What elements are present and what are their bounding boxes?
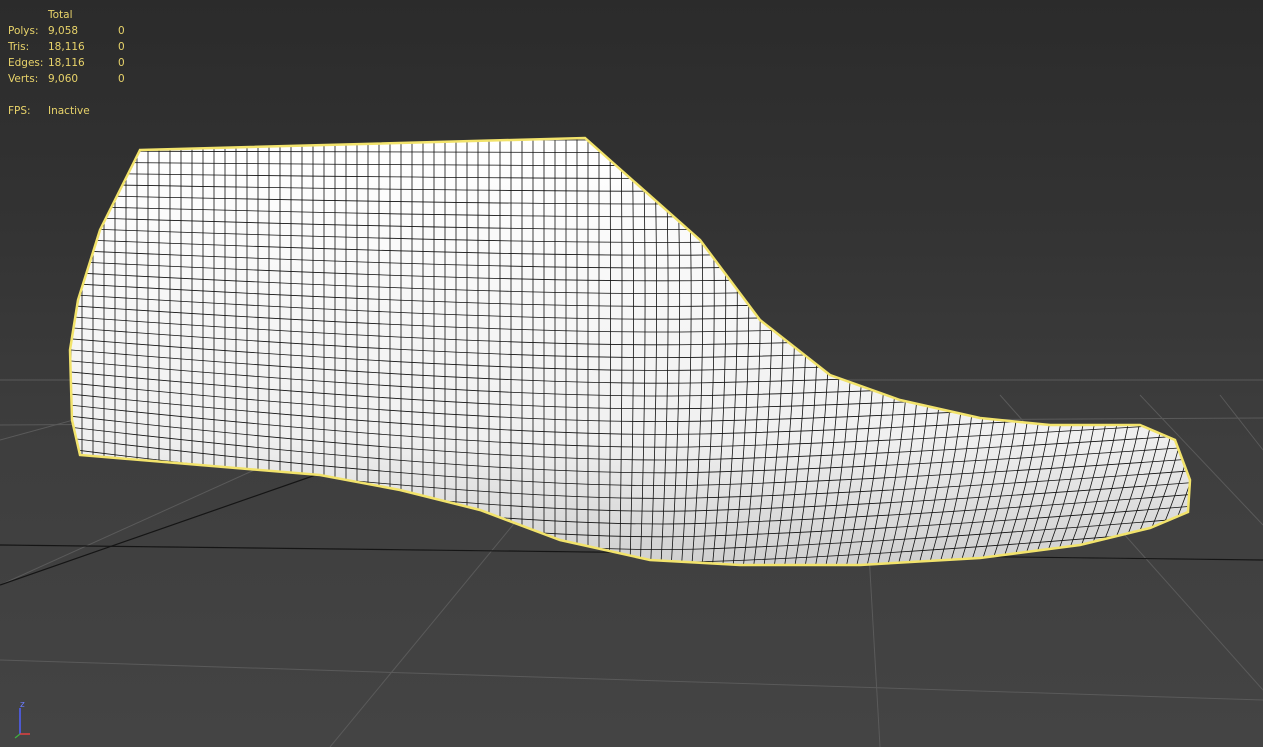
shoe-last-mesh[interactable] [60, 130, 1222, 639]
axis-z-label: z [20, 700, 25, 710]
stats-header: Total [48, 9, 73, 21]
axis-gizmo-icon: z [10, 700, 40, 740]
3d-viewport[interactable] [0, 0, 1263, 747]
